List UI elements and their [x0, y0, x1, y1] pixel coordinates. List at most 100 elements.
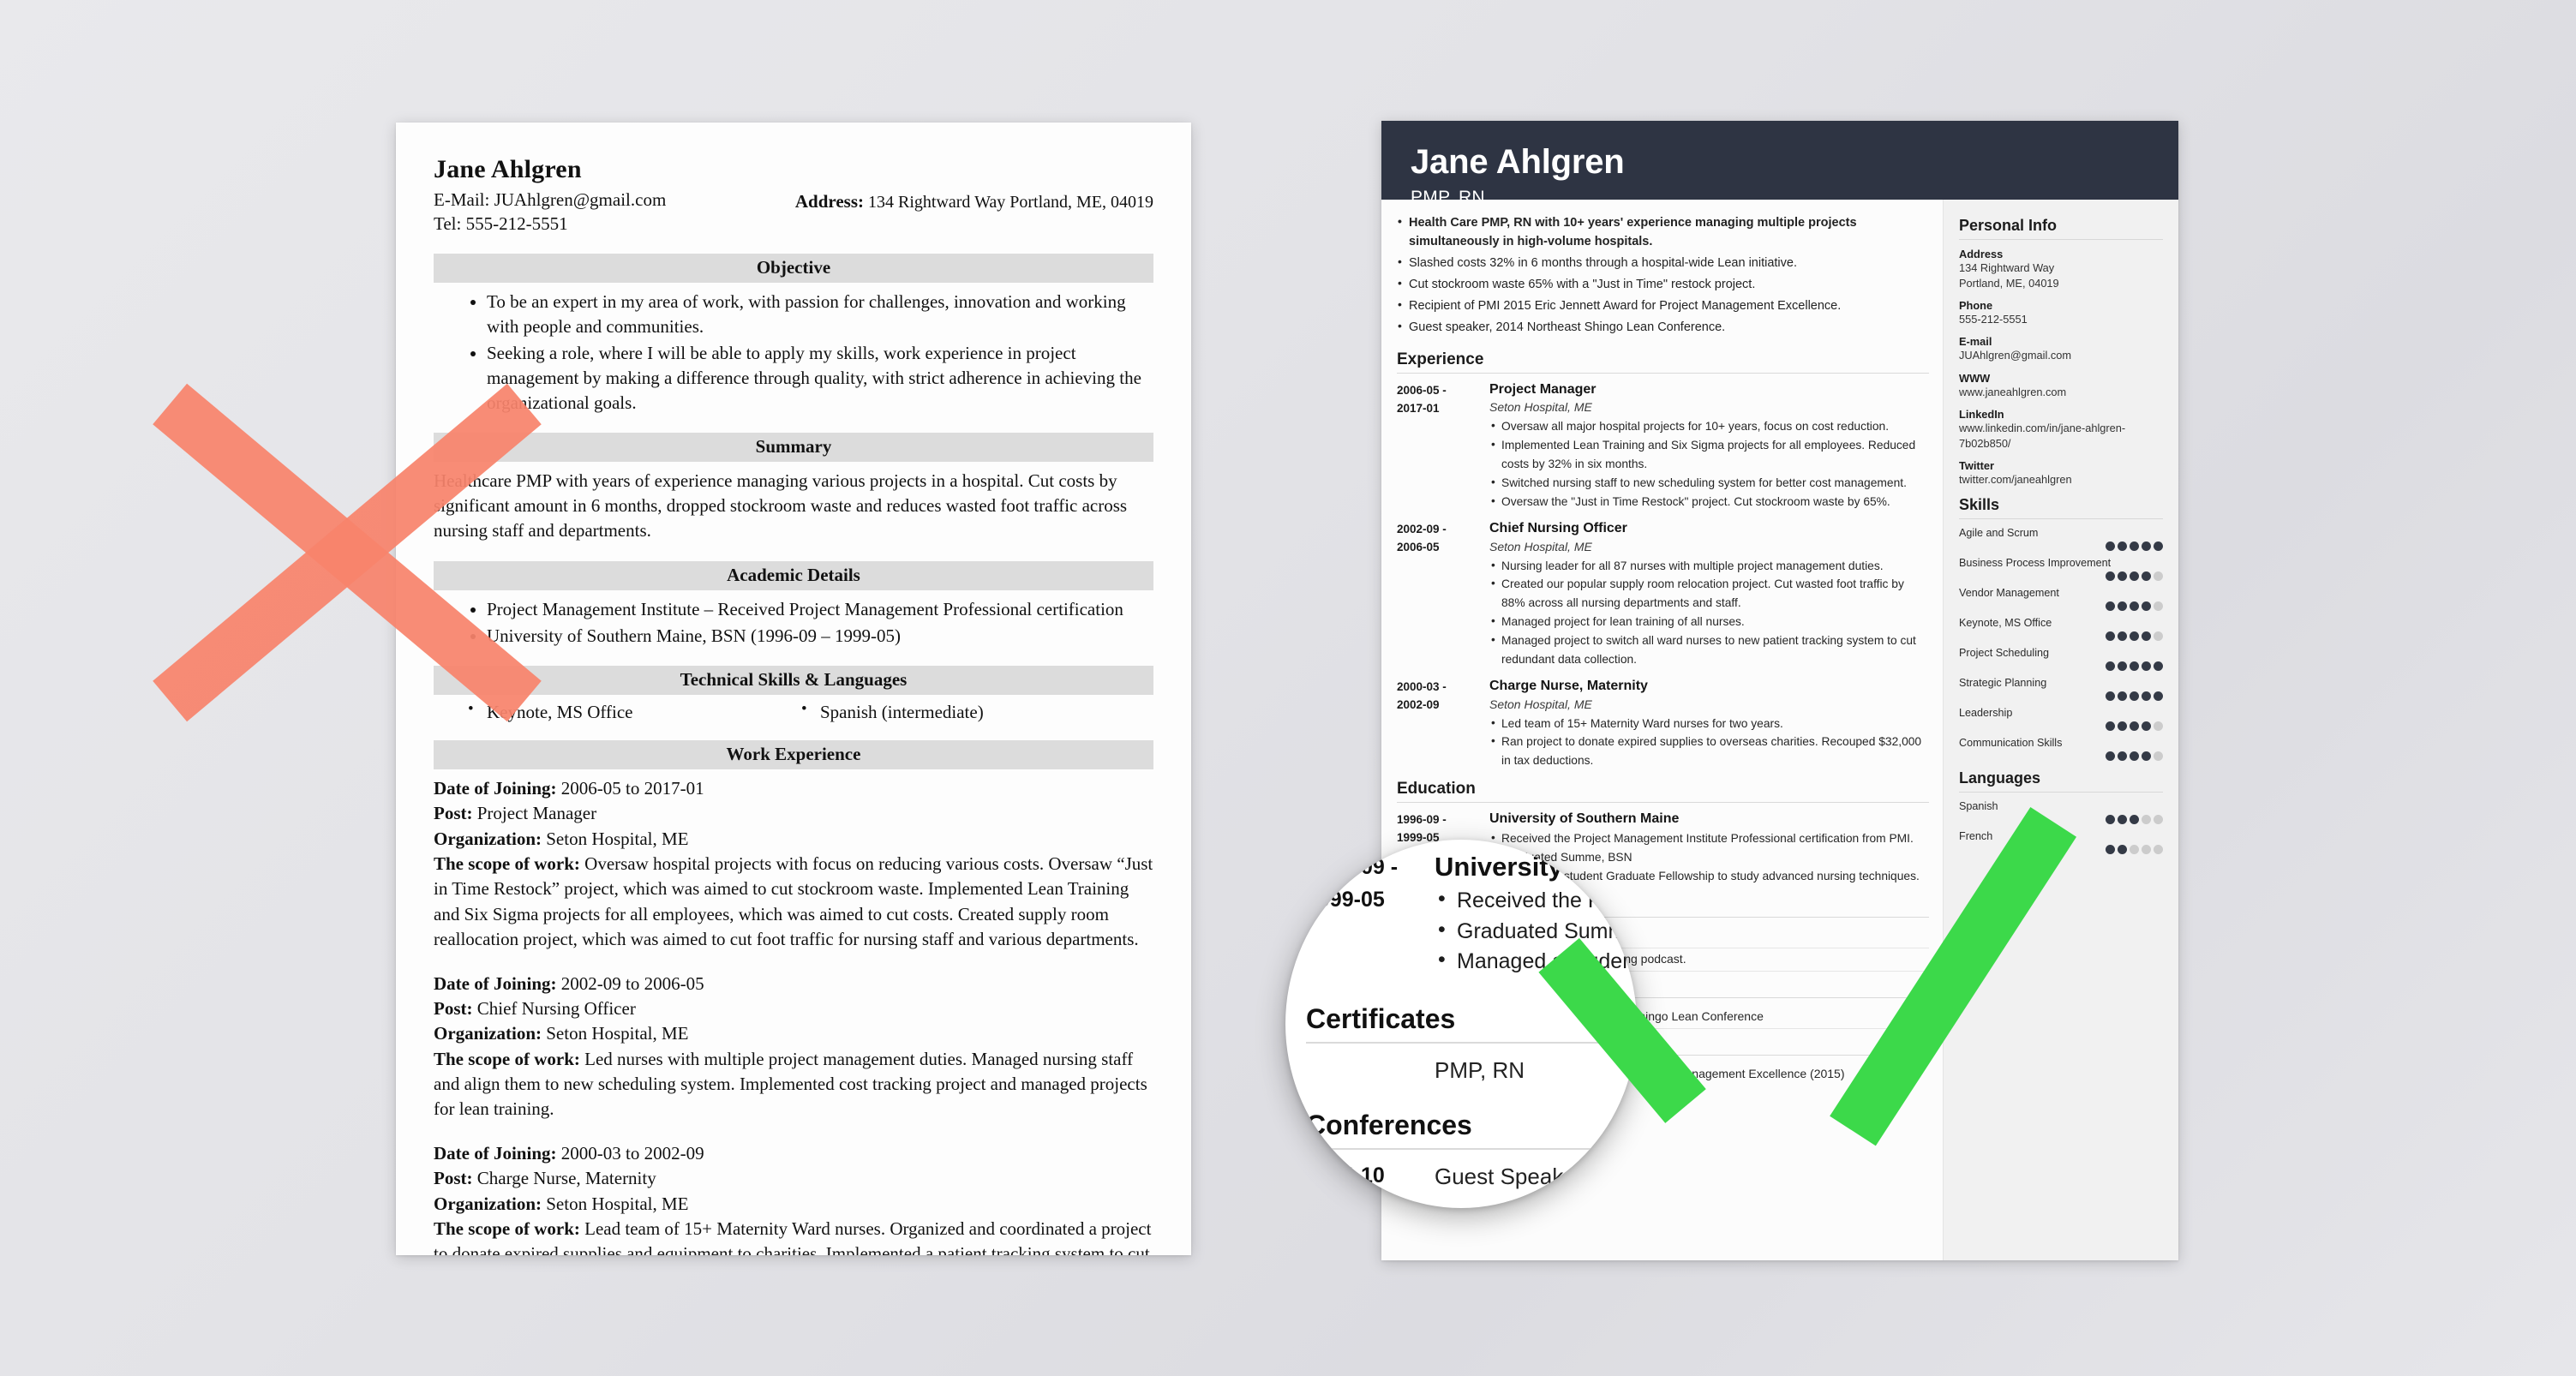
sidebar-title-languages: Languages — [1959, 769, 2041, 787]
language-row: French — [1959, 830, 2163, 855]
bad-resume-address: Address: 134 Rightward Way Portland, ME,… — [795, 188, 1153, 214]
magnified-conference-date: 2014-10 — [1306, 1163, 1385, 1188]
sidebar-title-personal-info: Personal Info — [1959, 217, 2058, 234]
skill-row: Strategic Planning — [1959, 677, 2163, 702]
rating-dot-filled — [2130, 571, 2139, 582]
magnifier-content: 1996-09 - 1999-05 University of Southern… — [1285, 840, 1637, 1208]
language-rating-dots — [1959, 845, 2163, 855]
good-resume-sidebar: Personal Info Address 134 Rightward Way … — [1943, 200, 2178, 1260]
experience-role: Chief Nursing Officer — [1489, 521, 1627, 536]
good-section-title-experience: Experience — [1397, 350, 1484, 369]
education-school: University of Southern Maine — [1489, 811, 1680, 826]
rating-dot-filled — [2154, 691, 2163, 702]
bad-work-post-label: Post: — [434, 997, 473, 1019]
sidebar-field-value-linkedin[interactable]: www.linkedin.com/in/jane-ahlgren-7b02b85… — [1959, 421, 2163, 452]
rating-dot-empty — [2154, 721, 2163, 732]
rating-dot-filled — [2130, 691, 2139, 702]
good-resume-header: Jane Ahlgren PMP, RN — [1381, 121, 2178, 207]
skill-row: Business Process Improvement — [1959, 557, 2163, 582]
skill-name: Business Process Improvement — [1959, 557, 2112, 570]
bad-technical-columns: Keynote, MS Office Spanish (intermediate… — [434, 700, 1153, 723]
sidebar-field-value-twitter[interactable]: twitter.com/janeahlgren — [1959, 472, 2163, 488]
list-item: To be an expert in my area of work, with… — [487, 290, 1153, 339]
sidebar-field-label-address: Address — [1959, 248, 2004, 260]
magnified-conference-value: Guest Speaker — [1435, 1163, 1584, 1189]
sidebar-title-skills: Skills — [1959, 496, 2000, 514]
divider — [1959, 239, 2163, 240]
skill-rating-dots — [1959, 751, 2163, 762]
skill-rating-dots — [1959, 571, 2163, 582]
bad-section-header-academic: Academic Details — [434, 560, 1153, 590]
rating-dot-empty — [2154, 815, 2163, 825]
skill-row: Communication Skills — [1959, 737, 2163, 762]
rating-dot-filled — [2106, 661, 2115, 672]
list-item: Led team of 15+ Maternity Ward nurses fo… — [1489, 714, 1929, 733]
rating-dot-filled — [2106, 721, 2115, 732]
bad-work-org-label: Organization: — [434, 1023, 542, 1044]
list-item: Created our popular supply room relocati… — [1489, 574, 1929, 613]
rating-dot-filled — [2106, 845, 2115, 855]
rating-dot-filled — [2118, 601, 2127, 612]
rating-dot-filled — [2106, 541, 2115, 552]
magnified-certificate-date — [1306, 1057, 1435, 1084]
skill-rating-dots — [1959, 631, 2163, 642]
bad-technical-left: Keynote, MS Office — [468, 700, 820, 723]
rating-dot-filled — [2142, 601, 2151, 612]
list-item: Managed project for lean training of all… — [1489, 612, 1929, 631]
bad-work-date-label: Date of Joining: — [434, 972, 557, 994]
magnified-title-conferences: Conferences — [1306, 1109, 1472, 1140]
list-item: Implemented Lean Training and Six Sigma … — [1489, 435, 1929, 474]
skill-name: Communication Skills — [1959, 737, 2063, 750]
divider — [1306, 1147, 1637, 1150]
skill-row: Agile and Scrum — [1959, 527, 2163, 552]
list-item: Graduated Summe, BSN — [1435, 915, 1637, 948]
experience-bullets: Led team of 15+ Maternity Ward nurses fo… — [1489, 714, 1929, 770]
language-name: French — [1959, 830, 1993, 843]
bad-work-scope-label: The scope of work: — [434, 1048, 580, 1069]
bad-work-date-value: 2006-05 to 2017-01 — [560, 777, 704, 799]
sidebar-field-value-address: 134 Rightward Way Portland, ME, 04019 — [1959, 261, 2059, 290]
sidebar-field-label-phone: Phone — [1959, 299, 1993, 313]
list-item: Managed a student Graduate Fellowship — [1435, 945, 1637, 978]
bad-work-org-label: Organization: — [434, 1193, 542, 1214]
magnifier-loupe: 1996-09 - 1999-05 University of Southern… — [1285, 840, 1637, 1208]
rating-dot-filled — [2142, 571, 2151, 582]
bad-work-date-label: Date of Joining: — [434, 1142, 557, 1164]
rating-dot-filled — [2106, 601, 2115, 612]
bad-resume-address-label: Address: — [794, 191, 864, 212]
list-item: Recipient of PMI 2015 Eric Jennett Award… — [1397, 296, 1929, 315]
magnified-title-certificates: Certificates — [1306, 1002, 1456, 1034]
list-item: University of Southern Maine, BSN (1996-… — [487, 624, 1153, 649]
magnified-certificate-value: PMP, RN — [1435, 1056, 1525, 1083]
rating-dot-filled — [2118, 815, 2127, 825]
bad-work-post-label: Post: — [434, 1168, 473, 1189]
experience-entry: 2000-03 - 2002-09 Charge Nurse, Maternit… — [1397, 678, 1929, 770]
list-item: Ran project to donate expired supplies t… — [1489, 732, 1929, 770]
good-resume-name: Jane Ahlgren — [1411, 143, 1625, 181]
sidebar-field-value-www[interactable]: www.janeahlgren.com — [1959, 385, 2163, 400]
sidebar-field-label-twitter: Twitter — [1959, 459, 1994, 473]
rating-dot-filled — [2130, 661, 2139, 672]
bad-summary-text: Healthcare PMP with years of experience … — [434, 470, 1128, 541]
magnified-certificate-row: PMP, RN — [1306, 1057, 1637, 1084]
rating-dot-filled — [2142, 721, 2151, 732]
bad-section-header-summary: Summary — [434, 432, 1153, 462]
bad-work-org-value: Seton Hospital, ME — [546, 1193, 689, 1214]
rating-dot-filled — [2118, 751, 2127, 762]
skill-rating-dots — [1959, 661, 2163, 672]
bad-work-org-label: Organization: — [434, 828, 542, 849]
bad-resume-contact-left: E-Mail: JUAhlgren@gmail.com Tel: 555-212… — [434, 188, 666, 236]
skill-row: Leadership — [1959, 707, 2163, 732]
list-item: Project Management Institute – Received … — [487, 597, 1153, 622]
rating-dot-filled — [2130, 601, 2139, 612]
rating-dot-empty — [2142, 845, 2151, 855]
rating-dot-filled — [2130, 541, 2139, 552]
experience-bullets: Nursing leader for all 87 nurses with mu… — [1489, 556, 1929, 669]
sidebar-field-value-email[interactable]: JUAhlgren@gmail.com — [1959, 348, 2163, 363]
rating-dot-empty — [2154, 631, 2163, 642]
skill-name: Keynote, MS Office — [1959, 617, 2052, 630]
rating-dot-empty — [2154, 845, 2163, 855]
language-row: Spanish — [1959, 800, 2163, 825]
good-section-title-education: Education — [1397, 779, 1476, 798]
